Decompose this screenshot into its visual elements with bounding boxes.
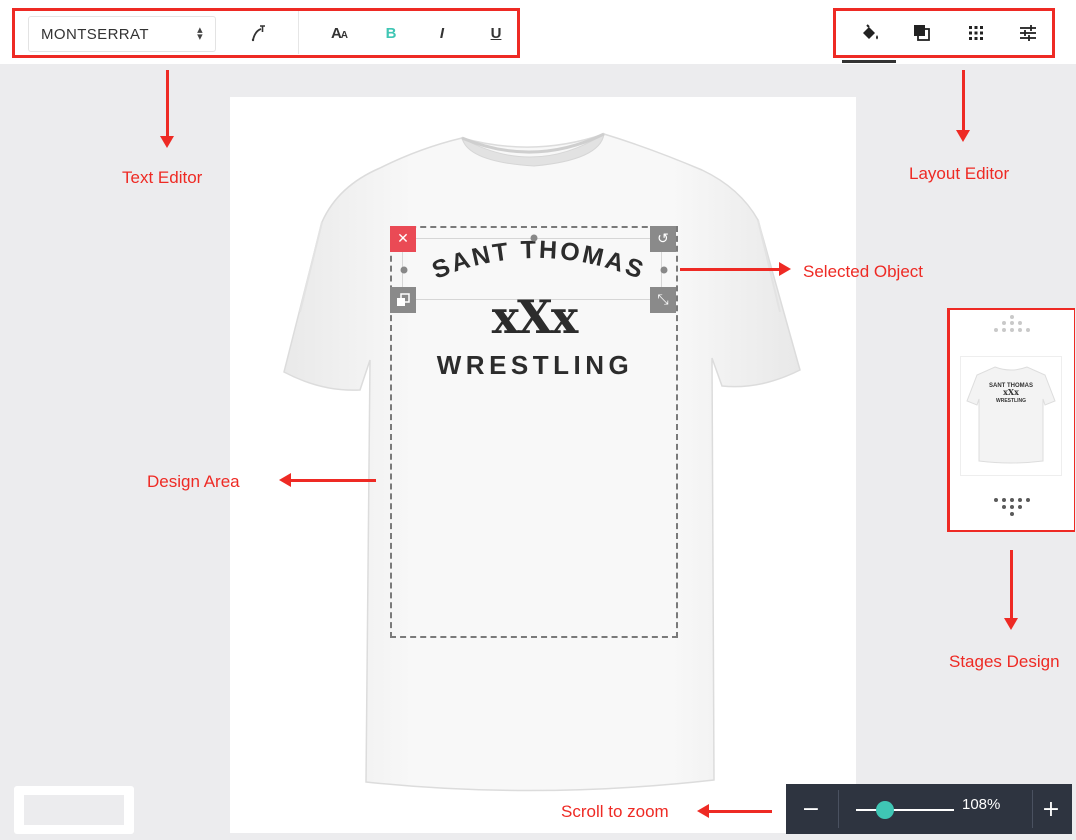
resize-icon: ⤡ <box>657 292 669 308</box>
bottom-left-panel[interactable] <box>14 786 134 834</box>
plus-icon: + <box>1041 796 1061 822</box>
zoom-level: 108% <box>962 796 1001 813</box>
selected-object-arrow <box>680 262 791 276</box>
delete-handle[interactable]: ✕ <box>390 226 416 252</box>
stage-prev-dots-icon[interactable] <box>990 312 1034 340</box>
design-area-label: Design Area <box>147 472 240 491</box>
duplicate-icon <box>397 293 410 306</box>
stage-thumbnail-image: SANT THOMAS xXx WRESTLING <box>966 366 1056 464</box>
zoom-divider <box>838 790 839 828</box>
rotate-icon: ↺ <box>657 231 669 247</box>
zoom-out-button[interactable]: − <box>792 784 830 834</box>
duplicate-handle[interactable] <box>390 287 416 313</box>
layout-editor-label: Layout Editor <box>909 164 1010 183</box>
scroll-zoom-arrow <box>697 804 772 818</box>
stage-next-dots-icon[interactable] <box>990 496 1034 524</box>
minus-icon: − <box>801 796 821 822</box>
scale-point[interactable] <box>657 263 671 277</box>
design-text-center-logo[interactable]: xXx <box>404 290 664 344</box>
stages-design-arrow <box>1004 550 1018 630</box>
zoom-slider-track[interactable] <box>856 809 954 811</box>
text-editor-arrow <box>160 70 174 148</box>
stage-thumbnail-front[interactable]: SANT THOMAS xXx WRESTLING <box>961 357 1061 475</box>
selected-object-label: Selected Object <box>803 262 924 281</box>
resize-handle[interactable]: ⤡ <box>650 287 676 313</box>
scale-point[interactable] <box>397 263 411 277</box>
thumb-text-2: xXx <box>1003 387 1019 397</box>
design-text-bottom[interactable]: WRESTLING <box>404 350 666 381</box>
close-icon: ✕ <box>397 231 409 247</box>
scroll-zoom-label: Scroll to zoom <box>561 802 669 821</box>
text-editor-label: Text Editor <box>122 168 203 187</box>
zoom-in-button[interactable]: + <box>1032 784 1070 834</box>
thumb-text-3: WRESTLING <box>996 398 1026 404</box>
stages-design-label: Stages Design <box>949 652 1060 671</box>
layout-editor-arrow <box>956 70 970 142</box>
scale-point[interactable] <box>527 231 541 245</box>
design-area-arrow <box>279 473 376 487</box>
bottom-left-panel-inner <box>24 795 124 825</box>
rotate-handle[interactable]: ↺ <box>650 226 676 252</box>
